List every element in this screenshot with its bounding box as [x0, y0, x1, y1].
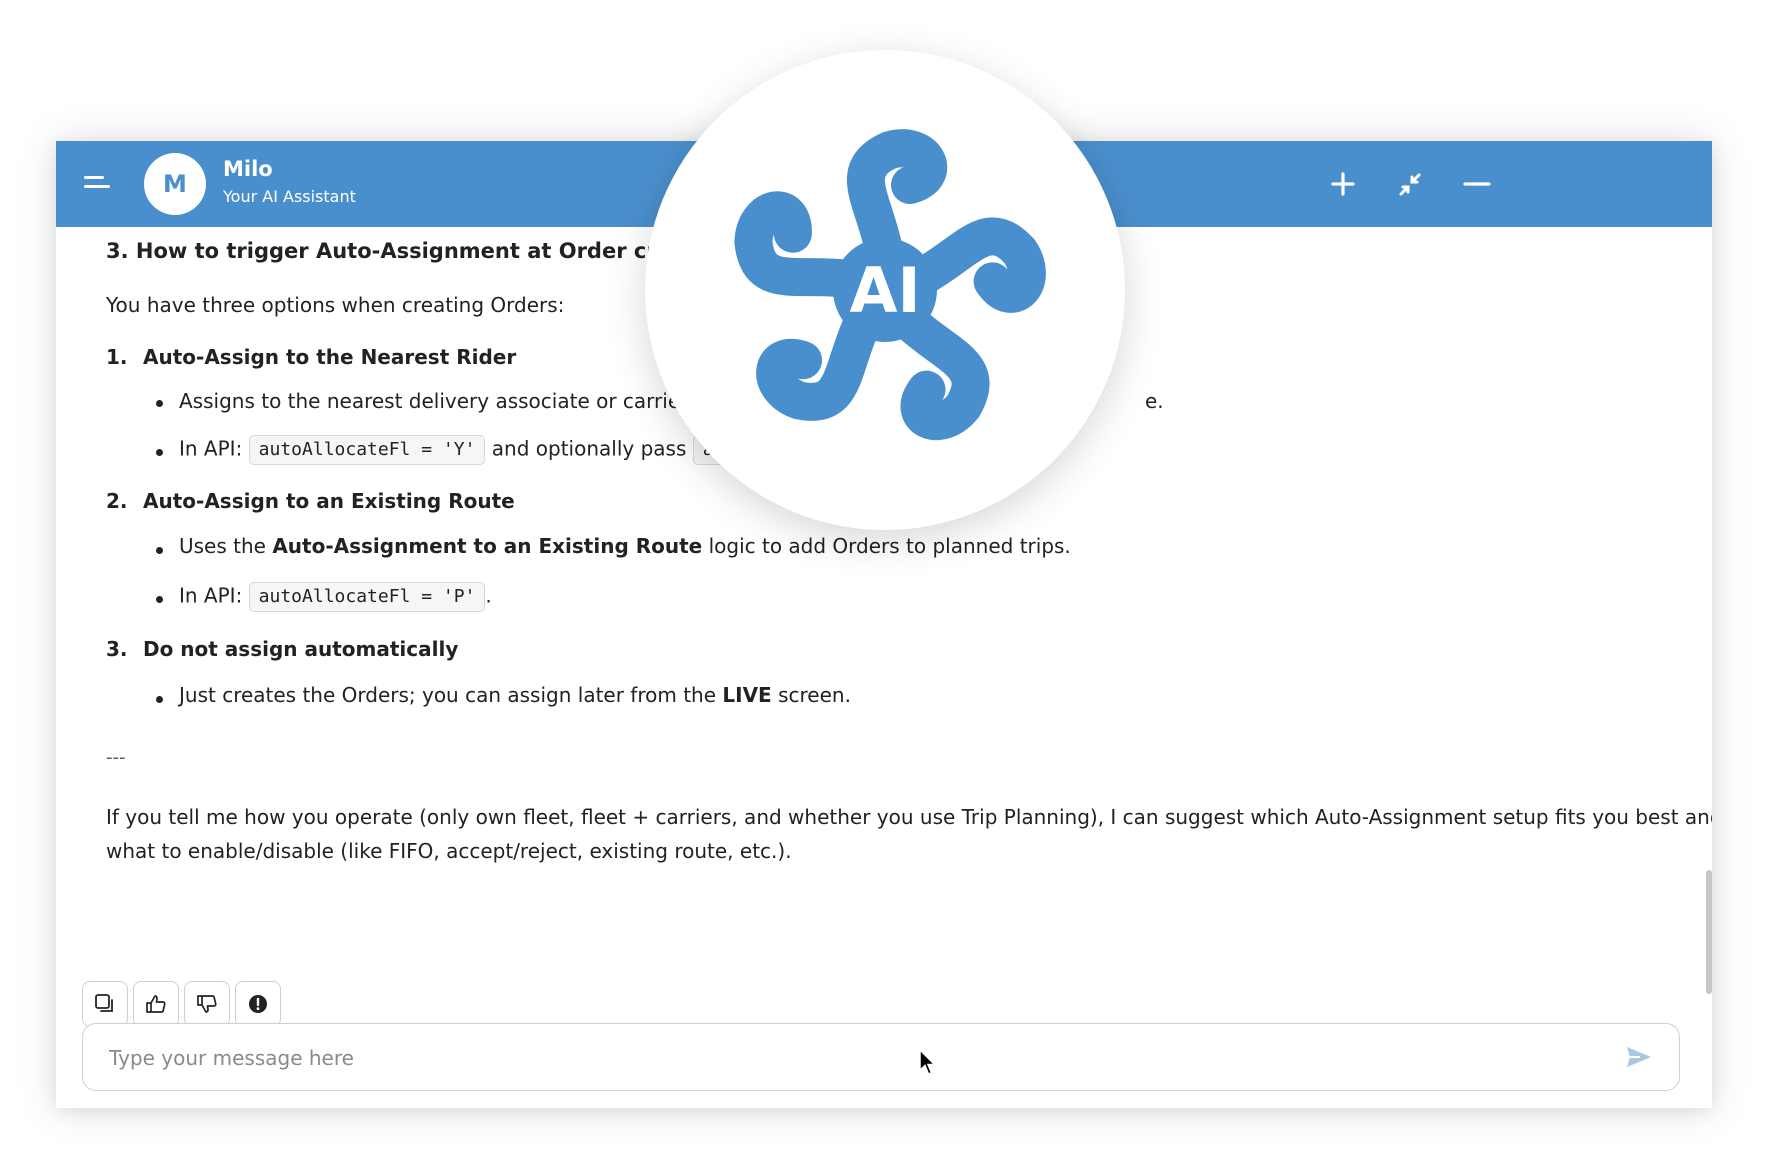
mouse-cursor-icon — [919, 1049, 937, 1075]
text-run: Just creates the Orders; you can assign … — [179, 683, 717, 707]
text-run: . — [485, 583, 492, 608]
intro-text: You have three options when creating Ord… — [106, 293, 565, 317]
bullet — [156, 696, 163, 703]
code-snippet: autoAllocateFl = 'Y' — [248, 435, 486, 465]
api-label: In API: — [179, 436, 243, 461]
copy-button[interactable] — [82, 981, 128, 1027]
option-bullet-tail: e. — [1145, 389, 1164, 413]
closing-text-line: what to enable/disable (like FIFO, accep… — [106, 839, 792, 863]
message-input-box[interactable] — [82, 1023, 1680, 1091]
bullet — [156, 449, 163, 456]
thumbs-up-icon — [146, 995, 166, 1013]
send-icon[interactable] — [1625, 1044, 1653, 1070]
option-bullet-text: Just creates the Orders; you can assign … — [179, 683, 851, 707]
message-input[interactable] — [107, 1042, 1591, 1074]
option-bullet-text: Uses the Auto-Assignment to an Existing … — [179, 534, 1071, 558]
collapse-icon — [1399, 173, 1421, 196]
report-button[interactable] — [235, 981, 281, 1027]
scrollbar[interactable] — [1706, 870, 1712, 994]
api-label: In API: — [179, 583, 243, 608]
bullet — [156, 547, 163, 554]
option-title: Do not assign automatically — [143, 637, 459, 661]
option-title: Auto-Assign to an Existing Route — [143, 489, 515, 513]
thumbs-up-button[interactable] — [133, 981, 179, 1027]
bold-text: Auto-Assignment to an Existing Route — [272, 534, 703, 558]
separator: --- — [106, 747, 126, 768]
avatar: M — [144, 153, 206, 215]
text-run: screen. — [778, 683, 851, 707]
menu-icon[interactable] — [84, 174, 112, 194]
option-title: Auto-Assign to the Nearest Rider — [143, 345, 517, 369]
thumbs-down-button[interactable] — [184, 981, 230, 1027]
bullet — [156, 596, 163, 603]
text-run: logic to add Orders to planned trips. — [708, 534, 1071, 558]
section-heading: 3. How to trigger Auto-Assignment at Ord… — [106, 239, 703, 263]
thumbs-down-icon — [197, 995, 217, 1013]
option-bullet-text: In API: autoAllocateFl = 'P'. — [179, 582, 492, 612]
closing-text-line: If you tell me how you operate (only own… — [106, 805, 1712, 829]
ai-logo-text: AI — [849, 254, 920, 327]
option-number: 2. — [106, 489, 128, 513]
assistant-name: Milo — [223, 157, 273, 181]
assistant-subtitle: Your AI Assistant — [223, 187, 356, 206]
minimize-icon — [1463, 182, 1491, 186]
option-number: 1. — [106, 345, 128, 369]
ai-logo-icon: AI — [734, 129, 1046, 440]
minimize-button[interactable] — [1456, 163, 1498, 205]
new-chat-button[interactable] — [1322, 163, 1364, 205]
copy-icon — [95, 994, 113, 1012]
option-number: 3. — [106, 637, 128, 661]
text-run: Uses the — [179, 534, 266, 558]
code-snippet: autoAllocateFl = 'P' — [248, 582, 486, 612]
plus-icon — [1331, 172, 1355, 196]
option-bullet-text: Assigns to the nearest delivery associat… — [179, 389, 708, 413]
bullet — [156, 400, 163, 407]
bold-text: LIVE — [722, 683, 772, 707]
report-icon — [249, 995, 267, 1013]
ai-logo-badge: AI — [645, 50, 1125, 530]
collapse-button[interactable] — [1389, 163, 1431, 205]
